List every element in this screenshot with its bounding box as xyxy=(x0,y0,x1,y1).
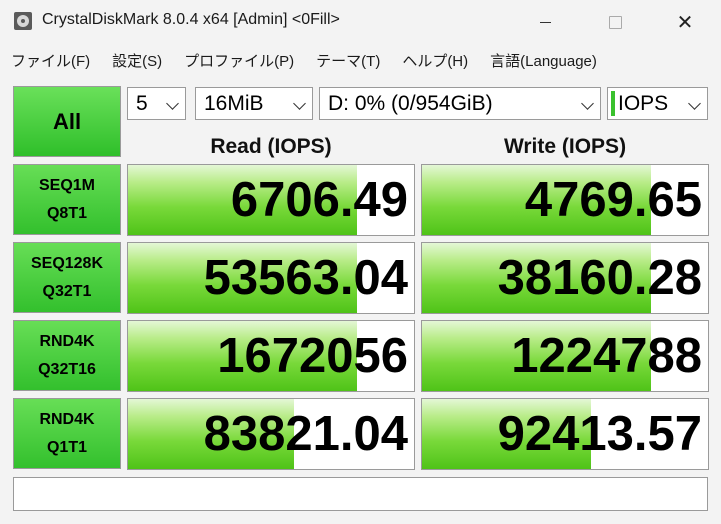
app-disk-icon xyxy=(14,12,32,30)
read-column-header: Read (IOPS) xyxy=(210,135,332,158)
write-result-value: 4769.65 xyxy=(524,173,702,227)
test-button-seq1m-q8t1[interactable]: SEQ1M Q8T1 xyxy=(13,164,121,235)
menu-language[interactable]: 言語(Language) xyxy=(490,50,597,71)
maximize-button[interactable] xyxy=(592,0,638,44)
read-result-value: 6706.49 xyxy=(230,173,408,227)
comment-input[interactable] xyxy=(13,477,708,511)
minimize-icon xyxy=(539,21,551,23)
test-button-rnd4k-q1t1[interactable]: RND4K Q1T1 xyxy=(13,398,121,469)
test-label-line1: SEQ128K xyxy=(30,254,104,272)
test-label-line1: RND4K xyxy=(39,332,95,350)
test-button-rnd4k-q32t16[interactable]: RND4K Q32T16 xyxy=(13,320,121,391)
read-result-cell: 1672056 xyxy=(127,320,415,392)
read-result-value: 53563.04 xyxy=(203,251,408,305)
close-button[interactable]: ✕ xyxy=(662,0,708,44)
menu-profile[interactable]: プロファイル(P) xyxy=(184,50,294,71)
title-bar: CrystalDiskMark 8.0.4 x64 [Admin] <0Fill… xyxy=(0,0,721,44)
test-size-value: 16MiB xyxy=(204,91,264,115)
menu-help[interactable]: ヘルプ(H) xyxy=(402,50,468,71)
drive-select[interactable]: D: 0% (0/954GiB) xyxy=(319,87,601,120)
minimize-button[interactable] xyxy=(522,0,568,44)
read-result-value: 1672056 xyxy=(217,329,408,383)
write-result-cell: 1224788 xyxy=(421,320,709,392)
write-result-cell: 38160.28 xyxy=(421,242,709,314)
write-column-header: Write (IOPS) xyxy=(503,135,627,158)
menu-theme[interactable]: テーマ(T) xyxy=(316,50,380,71)
chevron-down-icon xyxy=(293,97,306,110)
menu-bar: ファイル(F) 設定(S) プロファイル(P) テーマ(T) ヘルプ(H) 言語… xyxy=(0,46,721,74)
read-result-value: 83821.04 xyxy=(203,407,408,461)
run-all-button[interactable]: All xyxy=(13,86,121,157)
chevron-down-icon xyxy=(581,97,594,110)
window-title: CrystalDiskMark 8.0.4 x64 [Admin] <0Fill… xyxy=(42,11,340,28)
write-result-cell: 92413.57 xyxy=(421,398,709,470)
chevron-down-icon xyxy=(166,97,179,110)
menu-settings[interactable]: 設定(S) xyxy=(112,50,162,71)
write-result-value: 38160.28 xyxy=(497,251,702,305)
test-count-value: 5 xyxy=(136,91,148,115)
unit-accent-bar xyxy=(611,91,615,116)
test-count-select[interactable]: 5 xyxy=(127,87,186,120)
unit-select[interactable]: IOPS xyxy=(607,87,708,120)
write-result-value: 92413.57 xyxy=(497,407,702,461)
menu-file[interactable]: ファイル(F) xyxy=(11,50,90,71)
maximize-icon xyxy=(608,15,622,29)
write-result-cell: 4769.65 xyxy=(421,164,709,236)
test-label-line2: Q32T1 xyxy=(42,282,92,300)
close-icon: ✕ xyxy=(676,11,694,34)
read-result-cell: 6706.49 xyxy=(127,164,415,236)
test-label-line2: Q32T16 xyxy=(38,360,96,378)
test-label-line1: RND4K xyxy=(39,410,95,428)
chevron-down-icon xyxy=(688,97,701,110)
test-button-seq128k-q32t1[interactable]: SEQ128K Q32T1 xyxy=(13,242,121,313)
test-label-line2: Q1T1 xyxy=(46,438,87,456)
test-label-line2: Q8T1 xyxy=(46,204,87,222)
read-result-cell: 83821.04 xyxy=(127,398,415,470)
write-result-value: 1224788 xyxy=(511,329,702,383)
drive-value: D: 0% (0/954GiB) xyxy=(328,91,493,115)
read-result-cell: 53563.04 xyxy=(127,242,415,314)
unit-value: IOPS xyxy=(618,91,669,115)
test-label-line1: SEQ1M xyxy=(38,176,95,194)
test-size-select[interactable]: 16MiB xyxy=(195,87,313,120)
